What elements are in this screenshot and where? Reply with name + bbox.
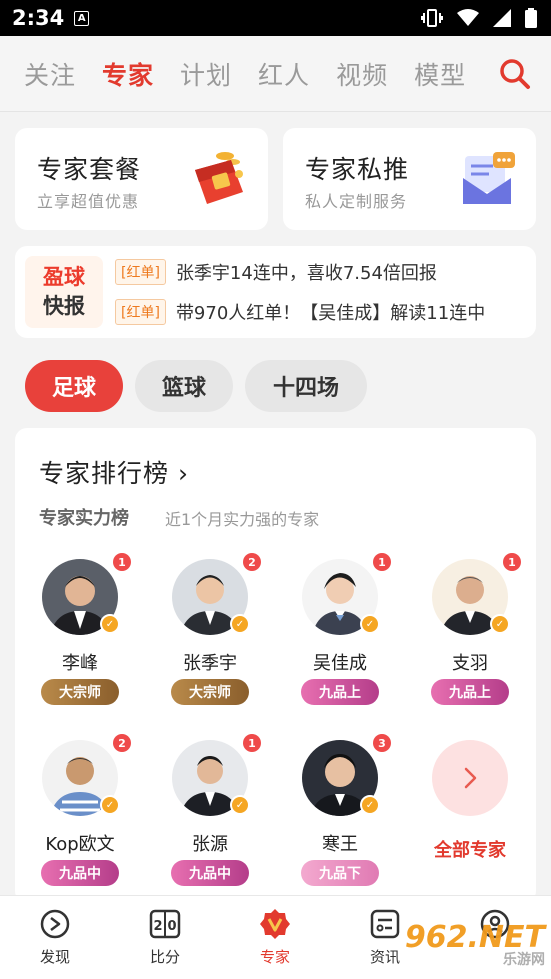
rank-badge: 1 — [113, 553, 131, 571]
rank-badge: 3 — [373, 734, 391, 752]
flash-news-logo: 盈球 快报 — [25, 256, 103, 328]
nav-discover[interactable]: 发现 — [0, 896, 110, 979]
tab-influencer[interactable]: 红人 — [258, 56, 310, 92]
wifi-icon — [457, 9, 479, 26]
flash-logo-line1: 盈球 — [43, 265, 85, 289]
private-push-title: 专家私推 — [305, 155, 410, 184]
expert-name: 李峰 — [62, 653, 98, 674]
status-bar: 2:34 A — [0, 0, 551, 36]
expert-level-badge: 九品上 — [431, 679, 509, 705]
verified-icon: ✓ — [100, 614, 120, 634]
expert-level-badge: 大宗师 — [41, 679, 119, 705]
ranking-subtitle: 专家实力榜 — [39, 508, 129, 529]
all-experts-circle — [432, 740, 508, 816]
expert-name: 张源 — [192, 834, 228, 855]
expert-name: 吴佳成 — [313, 653, 367, 674]
expert-name: 张季宇 — [183, 653, 237, 674]
status-time: 2:34 — [12, 6, 65, 30]
private-push-subtitle: 私人定制服务 — [305, 192, 408, 211]
svg-text:2: 2 — [153, 919, 162, 934]
rank-badge: 2 — [113, 734, 131, 752]
expert-level-badge: 九品下 — [301, 860, 379, 886]
tab-follow[interactable]: 关注 — [24, 56, 76, 92]
tab-model[interactable]: 模型 — [414, 56, 466, 92]
news-icon — [370, 909, 400, 939]
ranking-description: 近1个月实力强的专家 — [165, 510, 320, 529]
tab-plan[interactable]: 计划 — [180, 56, 232, 92]
news-item[interactable]: [红单] 张季宇14连中，喜收7.54倍回报 — [115, 259, 437, 285]
red-gift-icon — [195, 152, 243, 204]
rank-badge: 1 — [373, 553, 391, 571]
signal-icon — [493, 9, 511, 27]
expert-name: Kop欧文 — [45, 834, 115, 855]
verified-icon: ✓ — [360, 795, 380, 815]
news-text: 带970人红单！【吴佳成】解读11连中 — [175, 303, 486, 324]
rank-badge: 1 — [503, 553, 521, 571]
all-experts-label: 全部专家 — [434, 840, 506, 861]
expert-name: 寒王 — [322, 834, 358, 855]
top-tab-bar: 关注 专家 计划 红人 视频 模型 — [0, 36, 551, 112]
ranking-title-text: 专家排行榜 — [39, 459, 170, 488]
watermark-logo: 962.NET 乐游网 — [405, 920, 545, 969]
tab-video[interactable]: 视频 — [336, 56, 388, 92]
nav-label: 比分 — [149, 948, 180, 966]
search-icon[interactable] — [499, 58, 531, 90]
status-icons — [421, 8, 537, 28]
sport-filter-fourteen[interactable]: 十四场 — [245, 360, 367, 412]
nav-expert[interactable]: 专家 — [220, 896, 330, 979]
sport-filter-football[interactable]: 足球 — [25, 360, 123, 412]
expert-level-badge: 九品中 — [171, 860, 249, 886]
chevron-right-icon: › — [177, 459, 189, 488]
private-push-card[interactable]: 专家私推 私人定制服务 — [283, 128, 536, 230]
news-text: 张季宇14连中，喜收7.54倍回报 — [175, 263, 437, 284]
news-tag: [红单] — [115, 259, 166, 285]
news-tag: [红单] — [115, 299, 166, 325]
expert-ranking-card: 专家排行榜 › 专家实力榜 近1个月实力强的专家 1 ✓ 李峰 大宗师 2 ✓ … — [15, 428, 536, 903]
expert-package-title: 专家套餐 — [37, 155, 142, 184]
rank-badge: 1 — [243, 734, 261, 752]
expert-level-badge: 九品中 — [41, 860, 119, 886]
status-a-icon: A — [74, 10, 90, 26]
flash-news-card: 盈球 快报 [红单] 张季宇14连中，喜收7.54倍回报 [红单] 带970人红… — [15, 246, 536, 338]
nav-label: 发现 — [39, 948, 70, 966]
svg-text:0: 0 — [167, 919, 176, 934]
ranking-title[interactable]: 专家排行榜 › — [39, 454, 189, 490]
news-item[interactable]: [红单] 带970人红单！【吴佳成】解读11连中 — [115, 299, 485, 325]
nav-label: 专家 — [259, 948, 290, 966]
expert-name: 支羽 — [452, 653, 488, 674]
verified-icon: ✓ — [100, 795, 120, 815]
verified-icon: ✓ — [230, 614, 250, 634]
chevron-right-icon — [464, 767, 477, 789]
battery-icon — [525, 8, 537, 28]
expert-level-badge: 九品上 — [301, 679, 379, 705]
expert-package-card[interactable]: 专家套餐 立享超值优惠 — [15, 128, 268, 230]
rank-badge: 2 — [243, 553, 261, 571]
verified-icon: ✓ — [360, 614, 380, 634]
compass-icon — [40, 909, 70, 939]
vibrate-icon — [421, 9, 443, 27]
nav-score[interactable]: 20 比分 — [110, 896, 220, 979]
tab-expert[interactable]: 专家 — [102, 56, 154, 92]
expert-badge-icon — [260, 909, 290, 939]
mail-message-icon — [463, 152, 515, 204]
expert-package-subtitle: 立享超值优惠 — [37, 192, 140, 211]
verified-icon: ✓ — [490, 614, 510, 634]
bottom-nav: 发现 20 比分 专家 资讯 962.NET 乐游网 — [0, 895, 551, 979]
expert-level-badge: 大宗师 — [171, 679, 249, 705]
sport-filter-basketball[interactable]: 篮球 — [135, 360, 233, 412]
scoreboard-icon: 20 — [149, 909, 181, 939]
verified-icon: ✓ — [230, 795, 250, 815]
flash-logo-line2: 快报 — [43, 294, 85, 318]
